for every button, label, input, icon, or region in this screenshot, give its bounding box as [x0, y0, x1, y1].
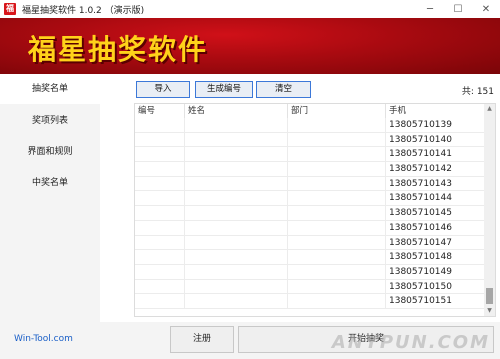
banner-title: 福星抽奖软件 [28, 33, 209, 66]
cell-id [135, 294, 185, 309]
cell-name [185, 206, 288, 221]
column-header-id[interactable]: 编号 [135, 104, 185, 118]
column-header-department[interactable]: 部门 [288, 104, 386, 118]
cell-department [288, 162, 386, 177]
cell-phone: 13805710143 [389, 178, 452, 189]
cell-name [185, 162, 288, 177]
table-row[interactable]: 13805710145 [135, 206, 485, 221]
cell-phone: 13805710146 [389, 222, 452, 233]
cell-phone: 13805710142 [389, 164, 452, 175]
cell-phone: 13805710149 [389, 266, 452, 277]
table-header: 编号 姓名 部门 手机 [135, 104, 485, 118]
total-count: 共: 151 [461, 87, 494, 97]
table-row[interactable]: 13805710147 [135, 235, 485, 251]
minimize-button[interactable]: ─ [416, 0, 444, 18]
sidebar-item-winners[interactable]: 中奖名单 [0, 168, 100, 198]
cell-id [135, 162, 185, 177]
watermark-logo: ANYPUN.COM [331, 332, 490, 353]
table-row[interactable]: 13805710144 [135, 191, 485, 207]
table-row[interactable]: 13805710150 [135, 279, 485, 295]
cell-department [288, 235, 386, 251]
cell-name [185, 147, 288, 163]
table-body: 13805710139 13805710140 13805710141 1380571… [135, 118, 485, 309]
cell-phone: 13805710141 [389, 149, 452, 160]
cell-id [135, 176, 185, 192]
register-button[interactable]: 注册 [170, 326, 234, 353]
cell-phone: 13805710140 [389, 134, 452, 145]
cell-name [185, 250, 288, 265]
window-controls: ─ ☐ ✕ [416, 0, 500, 18]
window-title: 福星抽奖软件 1.0.2 （演示版) [22, 5, 145, 16]
scroll-down-icon[interactable]: ▼ [484, 306, 495, 316]
cell-department [288, 191, 386, 207]
cell-department [288, 206, 386, 221]
website-link[interactable]: Win-Tool.com [14, 334, 73, 344]
cell-department [288, 294, 386, 309]
cell-id [135, 250, 185, 265]
table-row[interactable]: 13805710148 [135, 250, 485, 265]
table-row[interactable]: 13805710140 [135, 132, 485, 148]
close-button[interactable]: ✕ [472, 0, 500, 18]
column-header-name[interactable]: 姓名 [185, 104, 288, 118]
scroll-up-icon[interactable]: ▲ [484, 104, 495, 114]
sidebar-item-prizes[interactable]: 奖项列表 [0, 106, 100, 136]
cell-name [185, 191, 288, 207]
column-header-phone[interactable]: 手机 [386, 104, 485, 118]
cell-department [288, 132, 386, 148]
scroll-thumb[interactable] [486, 288, 493, 304]
title-bar: 福 福星抽奖软件 1.0.2 （演示版) ─ ☐ ✕ [0, 0, 500, 18]
cell-name [185, 132, 288, 148]
generate-id-button[interactable]: 生成编号 [195, 81, 253, 98]
cell-id [135, 147, 185, 163]
cell-id [135, 191, 185, 207]
cell-id [135, 220, 185, 236]
cell-department [288, 250, 386, 265]
cell-name [185, 220, 288, 236]
cell-department [288, 264, 386, 280]
table-row[interactable]: 13805710139 [135, 118, 485, 133]
cell-department [288, 118, 386, 133]
cell-name [185, 264, 288, 280]
cell-name [185, 294, 288, 309]
cell-name [185, 176, 288, 192]
cell-phone: 13805710147 [389, 237, 452, 248]
cell-department [288, 176, 386, 192]
cell-id [135, 118, 185, 133]
app-icon: 福 [4, 3, 16, 15]
table-row[interactable]: 13805710143 [135, 176, 485, 192]
sidebar-item-interface-rules[interactable]: 界面和规则 [0, 137, 100, 167]
cell-id [135, 279, 185, 295]
cell-name [185, 118, 288, 133]
cell-id [135, 206, 185, 221]
table-row[interactable]: 13805710149 [135, 264, 485, 280]
cell-phone: 13805710148 [389, 252, 452, 263]
cell-phone: 13805710139 [389, 120, 452, 130]
table-row[interactable]: 13805710141 [135, 147, 485, 163]
app-banner: 福星抽奖软件 [0, 18, 500, 74]
clear-button[interactable]: 清空 [256, 81, 311, 98]
cell-phone: 13805710151 [389, 296, 452, 307]
entries-table[interactable]: 编号 姓名 部门 手机 13805710139 13805710140 138057… [134, 103, 496, 317]
sidebar-item-draw-list[interactable]: 抽奖名单 [0, 74, 100, 104]
cell-id [135, 264, 185, 280]
table-row[interactable]: 13805710151 [135, 294, 485, 309]
cell-department [288, 279, 386, 295]
cell-name [185, 235, 288, 251]
cell-phone: 13805710144 [389, 193, 452, 204]
cell-id [135, 235, 185, 251]
cell-phone: 13805710145 [389, 208, 452, 219]
vertical-scrollbar[interactable]: ▲ ▼ [484, 104, 495, 316]
cell-department [288, 220, 386, 236]
maximize-button[interactable]: ☐ [444, 0, 472, 18]
cell-id [135, 132, 185, 148]
table-row[interactable]: 13805710142 [135, 162, 485, 177]
sidebar: 抽奖名单 奖项列表 界面和规则 中奖名单 [0, 74, 100, 322]
import-button[interactable]: 导入 [136, 81, 190, 98]
table-row[interactable]: 13805710146 [135, 220, 485, 236]
cell-phone: 13805710150 [389, 281, 452, 292]
cell-name [185, 279, 288, 295]
cell-department [288, 147, 386, 163]
